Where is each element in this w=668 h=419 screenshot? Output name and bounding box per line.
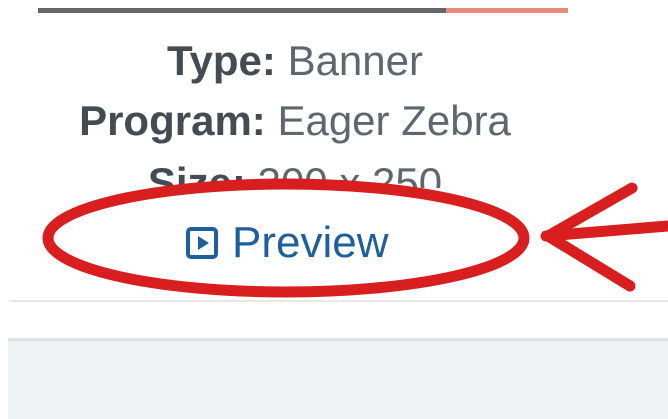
pointer-arrow [540, 182, 668, 292]
highlight-ellipse [42, 178, 530, 298]
annotation-overlay [42, 178, 668, 298]
